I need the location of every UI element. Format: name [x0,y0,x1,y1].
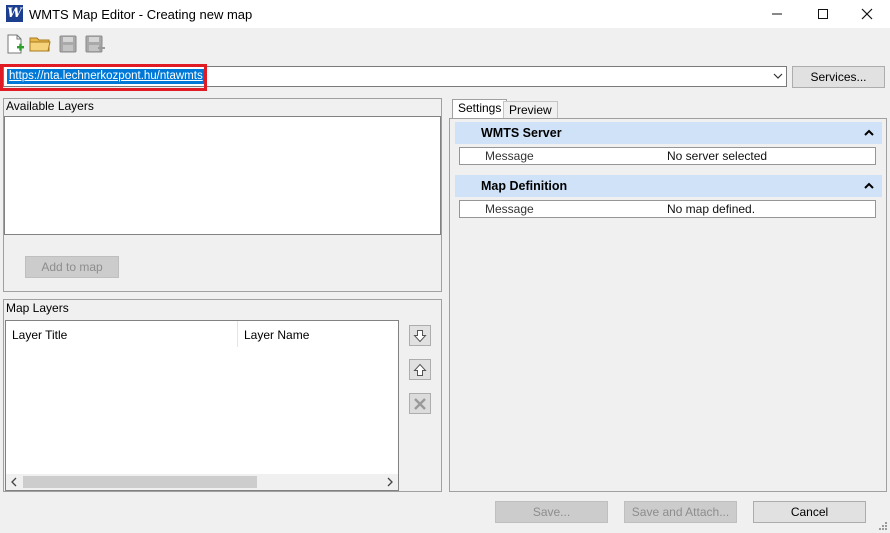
map-definition-message-value: No map defined. [667,202,756,216]
delete-x-icon [414,397,426,410]
map-definition-message-row: Message No map defined. [459,200,876,218]
close-window-button[interactable] [844,0,890,28]
minimize-button[interactable] [754,0,800,28]
wmts-server-section-header[interactable]: WMTS Server [455,122,882,144]
horizontal-scrollbar[interactable] [6,474,398,490]
tab-settings[interactable]: Settings [452,99,508,119]
maximize-button[interactable] [800,0,846,28]
move-up-button[interactable] [409,359,431,380]
toolbar [0,28,890,60]
column-header-layer-name[interactable]: Layer Name [244,328,309,342]
save-as-button [84,33,106,55]
resize-grip-icon[interactable] [876,519,888,531]
chevron-down-icon[interactable] [773,69,783,86]
map-definition-section-header[interactable]: Map Definition [455,175,882,197]
maximize-icon [818,9,828,19]
available-layers-label: Available Layers [6,99,94,113]
services-button[interactable]: Services... [792,66,885,88]
scroll-right-icon[interactable] [382,474,398,490]
scroll-left-icon[interactable] [6,474,22,490]
map-definition-message-key: Message [485,202,534,216]
map-layers-label: Map Layers [6,301,69,315]
arrow-up-icon [413,363,427,376]
map-definition-header-label: Map Definition [481,179,568,193]
wmts-server-header-label: WMTS Server [481,126,562,140]
wmts-server-message-value: No server selected [667,149,768,163]
remove-layer-button [409,393,431,414]
column-header-layer-title[interactable]: Layer Title [12,328,67,342]
column-divider [237,321,238,347]
new-map-button[interactable] [4,33,26,55]
move-down-button[interactable] [409,325,431,346]
title-bar: W WMTS Map Editor - Creating new map [0,0,890,28]
cancel-button[interactable]: Cancel [753,501,866,523]
table-header: Layer Title Layer Name [6,321,398,347]
add-to-map-button: Add to map [25,256,119,278]
save-as-icon [85,35,105,53]
app-logo-icon: W [6,5,23,22]
wmts-server-message-key: Message [485,149,534,163]
save-button: Save... [495,501,608,523]
open-folder-icon [29,37,51,52]
close-icon [861,8,873,20]
scrollbar-thumb[interactable] [23,476,257,488]
save-map-button [57,33,79,55]
highlight-annotation-box [0,64,207,91]
new-map-icon [7,34,24,54]
arrow-down-icon [413,329,427,342]
save-and-attach-button: Save and Attach... [624,501,737,523]
wmts-server-message-row: Message No server selected [459,147,876,165]
map-layers-table[interactable]: Layer Title Layer Name [5,320,399,491]
available-layers-list[interactable] [4,116,441,235]
open-map-button[interactable] [29,33,51,55]
save-icon [59,35,77,53]
minimize-icon [772,13,782,15]
window-title: WMTS Map Editor - Creating new map [29,7,253,22]
